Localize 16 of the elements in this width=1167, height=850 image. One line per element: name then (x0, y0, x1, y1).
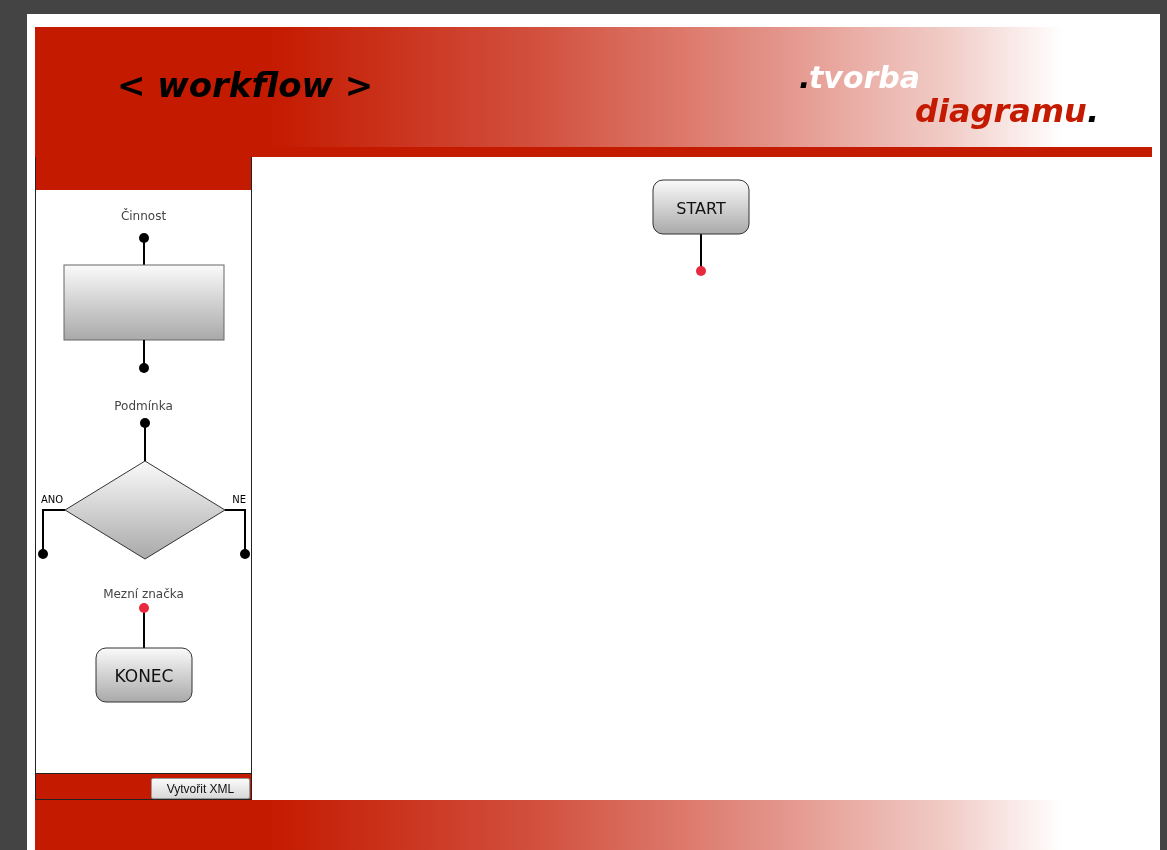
yes-branch-label: ANO (41, 494, 64, 505)
shape-label: Činnost (120, 208, 167, 224)
activity-shape-drawing[interactable] (63, 233, 225, 373)
shape-label: Podmínka (114, 398, 173, 414)
node-text: START (676, 199, 726, 218)
terminator-text: KONEC (114, 666, 174, 686)
terminator-shape-drawing[interactable] (95, 603, 193, 703)
brand-top-word: tvorba (809, 63, 921, 93)
brand-dot: . (799, 63, 811, 93)
app-title: < workflow > (117, 65, 374, 105)
shape-label: Mezní značka (103, 586, 184, 602)
start-node-drawing[interactable] (652, 179, 750, 276)
no-branch-label: NE (232, 494, 246, 505)
condition-shape-drawing[interactable] (38, 418, 250, 560)
brand-bottom-word: diagramu. (915, 95, 1100, 127)
create-xml-button[interactable]: Vytvořit XML (151, 778, 250, 799)
